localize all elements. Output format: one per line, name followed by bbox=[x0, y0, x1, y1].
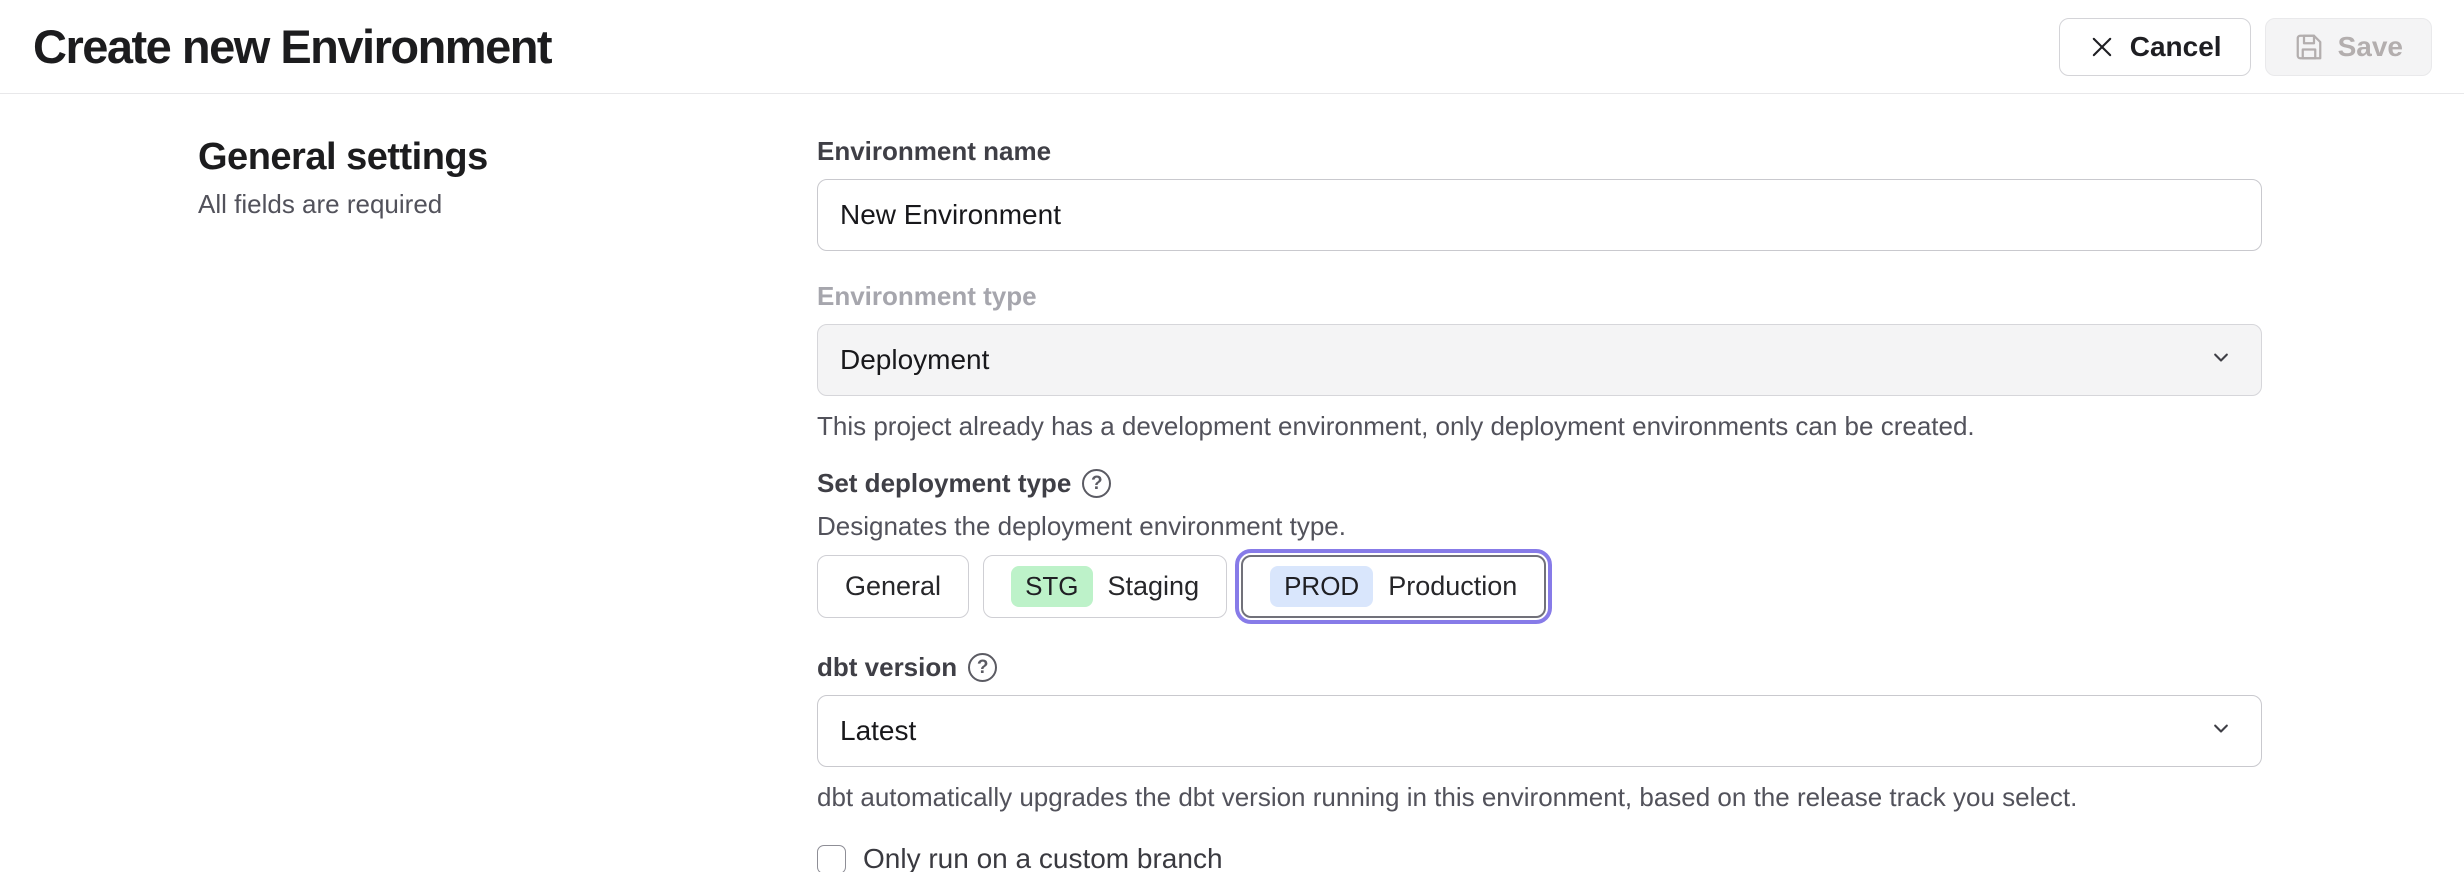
production-badge: PROD bbox=[1270, 566, 1373, 607]
environment-type-select: Deployment bbox=[817, 324, 2262, 396]
deployment-type-option-label: Staging bbox=[1108, 571, 1200, 602]
staging-badge: STG bbox=[1011, 566, 1092, 607]
chevron-down-icon bbox=[2207, 343, 2235, 378]
custom-branch-label: Only run on a custom branch bbox=[863, 843, 1223, 872]
environment-type-field: Environment type Deployment This project… bbox=[817, 281, 2262, 442]
deployment-type-label-text: Set deployment type bbox=[817, 468, 1071, 499]
dbt-version-field: dbt version ? Latest dbt automatically u… bbox=[817, 652, 2262, 813]
deployment-type-field: Set deployment type ? Designates the dep… bbox=[817, 468, 2262, 618]
environment-name-input[interactable] bbox=[817, 179, 2262, 251]
environment-name-field: Environment name bbox=[817, 136, 2262, 251]
deployment-type-helper: Designates the deployment environment ty… bbox=[817, 511, 2262, 542]
custom-branch-row[interactable]: Only run on a custom branch bbox=[817, 843, 2262, 872]
header-actions: Cancel Save bbox=[2059, 18, 2432, 76]
deployment-type-option-label: General bbox=[845, 571, 941, 602]
environment-form: Environment name Environment type Deploy… bbox=[817, 136, 2262, 872]
main-content: General settings All fields are required… bbox=[0, 94, 2464, 872]
deployment-type-options: General STG Staging PROD Production bbox=[817, 555, 2262, 618]
deployment-type-option-staging[interactable]: STG Staging bbox=[983, 555, 1227, 618]
dbt-version-label: dbt version ? bbox=[817, 652, 2262, 683]
page-title: Create new Environment bbox=[33, 19, 551, 74]
save-button-label: Save bbox=[2338, 31, 2403, 63]
dbt-version-helper: dbt automatically upgrades the dbt versi… bbox=[817, 782, 2262, 813]
page-header: Create new Environment Cancel Save bbox=[0, 0, 2464, 94]
chevron-down-icon bbox=[2207, 714, 2235, 749]
custom-branch-checkbox[interactable] bbox=[817, 845, 846, 872]
section-subheading: All fields are required bbox=[198, 189, 618, 220]
save-button[interactable]: Save bbox=[2265, 18, 2432, 76]
help-icon[interactable]: ? bbox=[968, 653, 997, 682]
environment-type-helper: This project already has a development e… bbox=[817, 411, 2262, 442]
section-heading: General settings bbox=[198, 136, 618, 179]
settings-summary: General settings All fields are required bbox=[198, 136, 618, 872]
dbt-version-select[interactable]: Latest bbox=[817, 695, 2262, 767]
close-icon bbox=[2088, 33, 2116, 61]
cancel-button[interactable]: Cancel bbox=[2059, 18, 2251, 76]
dbt-version-label-text: dbt version bbox=[817, 652, 957, 683]
environment-type-value: Deployment bbox=[840, 344, 989, 376]
environment-name-label: Environment name bbox=[817, 136, 2262, 167]
deployment-type-option-general[interactable]: General bbox=[817, 555, 969, 618]
deployment-type-option-label: Production bbox=[1388, 571, 1517, 602]
deployment-type-label: Set deployment type ? bbox=[817, 468, 2262, 499]
deployment-type-option-production[interactable]: PROD Production bbox=[1241, 555, 1546, 618]
dbt-version-value: Latest bbox=[840, 715, 916, 747]
cancel-button-label: Cancel bbox=[2130, 31, 2222, 63]
environment-type-label: Environment type bbox=[817, 281, 2262, 312]
help-icon[interactable]: ? bbox=[1082, 469, 1111, 498]
save-icon bbox=[2294, 32, 2324, 62]
